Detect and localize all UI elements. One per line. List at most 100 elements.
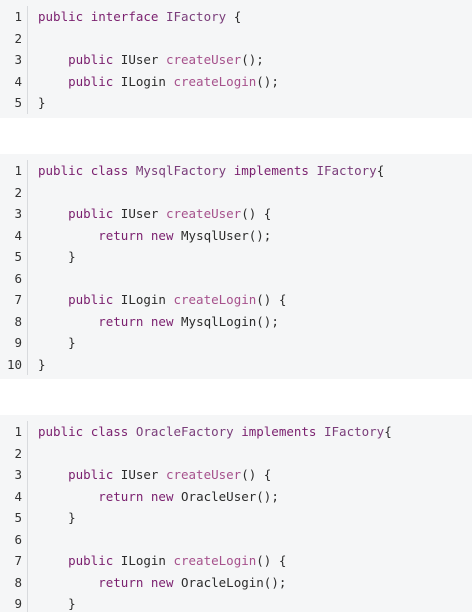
mysql-code-block: 1 public class MysqlFactory implements IF… xyxy=(0,154,472,379)
code-token: (); xyxy=(256,73,279,89)
line-number: 3 xyxy=(0,203,28,225)
code-token: createLogin xyxy=(173,553,257,568)
code-token: class xyxy=(90,424,136,439)
code-token: new xyxy=(150,313,182,329)
code-token: public xyxy=(68,206,121,221)
code-line: 6 xyxy=(0,528,472,550)
line-number: 9 xyxy=(0,593,28,612)
code-token: class xyxy=(90,163,136,178)
code-text: return new MysqlUser(); xyxy=(28,225,271,247)
line-number: 1 xyxy=(0,421,28,443)
code-token: () { xyxy=(256,292,287,307)
code-token: new xyxy=(150,574,182,590)
code-line: 1 public interface IFactory { xyxy=(0,6,472,28)
code-text: } xyxy=(28,593,76,612)
line-number: 1 xyxy=(0,160,28,182)
code-token: createLogin xyxy=(173,292,257,307)
code-token: new xyxy=(150,227,182,243)
code-text: public IUser createUser() { xyxy=(28,464,271,486)
line-number: 3 xyxy=(0,464,28,486)
line-number: 8 xyxy=(0,310,28,332)
code-token: IUser xyxy=(120,467,166,482)
code-text: public IUser createUser() { xyxy=(28,203,271,225)
code-token: } xyxy=(38,510,76,525)
code-token: () { xyxy=(241,467,272,482)
line-number: 8 xyxy=(0,571,28,593)
code-token: public xyxy=(68,52,121,67)
code-line: 9 } xyxy=(0,593,472,612)
code-line: 2 xyxy=(0,27,472,50)
code-line: 4 return new OracleUser(); xyxy=(0,485,472,508)
code-token: IUser xyxy=(120,206,166,221)
code-token: public xyxy=(38,424,91,439)
code-line: 8 return new MysqlLogin(); xyxy=(0,310,472,333)
code-token: public xyxy=(68,73,121,89)
code-token: MysqlFactory xyxy=(135,163,234,178)
oracle-code-block: 1 public class OracleFactory implements I… xyxy=(0,415,472,612)
code-text: public interface IFactory { xyxy=(28,6,241,28)
code-text: public ILogin createLogin(); xyxy=(28,71,279,93)
line-number: 4 xyxy=(0,485,28,507)
code-token: interface xyxy=(90,9,166,24)
code-token: return xyxy=(98,488,151,504)
code-token: return xyxy=(98,574,151,590)
code-line: 7 public ILogin createLogin() { xyxy=(0,289,472,311)
code-line: 2 xyxy=(0,181,472,204)
line-number: 7 xyxy=(0,550,28,572)
code-line: 9 } xyxy=(0,332,472,354)
code-line: 5} xyxy=(0,92,472,114)
line-number: 3 xyxy=(0,49,28,71)
code-token: return xyxy=(98,313,151,329)
code-token: () { xyxy=(256,553,287,568)
line-number: 2 xyxy=(0,27,28,49)
line-number: 9 xyxy=(0,332,28,354)
line-number: 10 xyxy=(0,353,28,375)
code-token: createUser xyxy=(165,206,242,221)
line-number: 6 xyxy=(0,267,28,289)
line-number: 2 xyxy=(0,442,28,464)
line-number: 7 xyxy=(0,289,28,311)
code-text: } xyxy=(28,246,76,268)
code-text: } xyxy=(28,332,76,354)
code-line: 4 return new MysqlUser(); xyxy=(0,224,472,247)
code-token: createLogin xyxy=(173,73,257,89)
code-line: 7 public ILogin createLogin() { xyxy=(0,550,472,572)
code-token: } xyxy=(38,335,76,350)
code-line: 3 public IUser createUser() { xyxy=(0,203,472,225)
line-number: 4 xyxy=(0,70,28,92)
line-number: 5 xyxy=(0,246,28,268)
code-token: implements xyxy=(241,424,324,439)
code-token: public xyxy=(68,292,121,307)
code-token: IUser xyxy=(120,52,166,67)
code-text: return new MysqlLogin(); xyxy=(28,311,279,333)
code-token: IFactory xyxy=(165,9,227,24)
code-line: 5 } xyxy=(0,246,472,268)
code-line: 8 return new OracleLogin(); xyxy=(0,571,472,593)
code-token: public xyxy=(68,467,121,482)
code-token: { xyxy=(226,9,242,24)
code-token: } xyxy=(38,95,46,110)
code-token: MysqlLogin(); xyxy=(181,313,279,329)
code-token: public xyxy=(68,553,121,568)
code-token: IFactory xyxy=(316,163,377,178)
code-text: public ILogin createLogin() { xyxy=(28,289,286,311)
code-token: OracleFactory xyxy=(135,424,242,439)
code-line: 1 public class OracleFactory implements I… xyxy=(0,421,472,443)
code-text: return new OracleUser(); xyxy=(28,486,279,508)
code-token: IFactory xyxy=(324,424,385,439)
code-line: 10} xyxy=(0,353,472,375)
code-text: } xyxy=(28,507,76,529)
code-token: public xyxy=(38,163,91,178)
code-text: public class OracleFactory implements IF… xyxy=(28,421,392,443)
